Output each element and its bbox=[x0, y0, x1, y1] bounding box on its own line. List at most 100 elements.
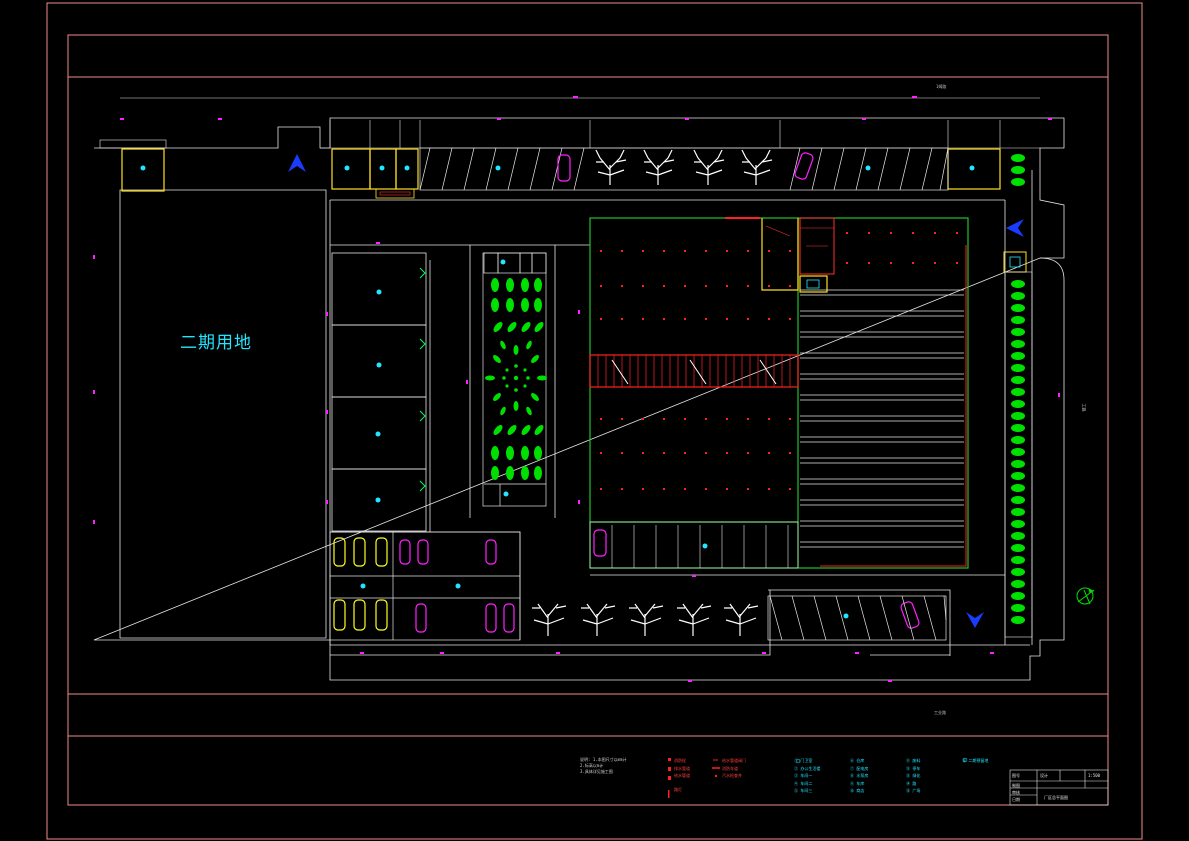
column-marker bbox=[642, 318, 644, 320]
site-boundary bbox=[93, 97, 1065, 681]
column-marker bbox=[642, 285, 644, 287]
column-marker bbox=[747, 488, 749, 490]
column-marker bbox=[705, 452, 707, 454]
fire-corridor bbox=[589, 354, 799, 388]
column-marker bbox=[705, 285, 707, 287]
title-block-cell-draw: 制图 bbox=[1012, 783, 1020, 788]
outer-frame bbox=[46, 2, 1143, 840]
car-yellow bbox=[333, 537, 388, 631]
legend-red-column-2: 给水管道阀门 消防车道 污水检查井 bbox=[722, 757, 746, 780]
legend-item: 排水管道 bbox=[674, 765, 690, 771]
title-block-cell-date: 日期 bbox=[1012, 797, 1020, 802]
tree-green bbox=[1011, 568, 1025, 576]
legend-item: ⑪ 废料 bbox=[906, 758, 921, 763]
site-plan-drawing bbox=[46, 2, 1143, 840]
tree-green bbox=[1011, 604, 1025, 612]
column-marker bbox=[726, 250, 728, 252]
column-marker bbox=[600, 318, 602, 320]
dimension-ticks bbox=[93, 96, 1060, 682]
tree-green bbox=[1011, 292, 1025, 300]
column-marker bbox=[663, 318, 665, 320]
legend-item: ③ 车间一 bbox=[794, 773, 813, 778]
legend-column-2: ⑥ 仓库 ⑦ 配电房 ⑧ 水泵房 ⑨ 车库 ⑩ 商店 bbox=[850, 757, 868, 795]
tree-green bbox=[1011, 592, 1025, 600]
legend-column-3: ⑪ 废料 ⑫ 停车 ⑬ 绿化 ⑭ 路 ⑮ 广场 bbox=[906, 757, 920, 795]
column-marker bbox=[934, 262, 936, 264]
legend-item: ⑩ 商店 bbox=[850, 788, 865, 793]
racking-rows bbox=[800, 289, 964, 548]
column-marker bbox=[621, 452, 623, 454]
legend-item: ④ 车间二 bbox=[794, 780, 813, 786]
tree-white-row-top bbox=[595, 149, 773, 185]
tree-green bbox=[1011, 424, 1025, 432]
workshop-markers bbox=[360, 259, 849, 619]
column-marker bbox=[890, 232, 892, 234]
tree-green-northeast bbox=[1011, 154, 1025, 186]
column-marker bbox=[663, 250, 665, 252]
column-marker bbox=[621, 418, 623, 420]
column-marker bbox=[789, 488, 791, 490]
top-buildings bbox=[331, 148, 1027, 273]
column-marker bbox=[621, 250, 623, 252]
tree-green bbox=[1011, 352, 1025, 360]
legend-item: ⑫ 停车 bbox=[906, 765, 921, 771]
legend-item: ⑯ 二期预留地 bbox=[962, 758, 989, 763]
column-marker bbox=[846, 232, 848, 234]
legend-item: ⑥ 仓库 bbox=[850, 758, 865, 763]
tree-green bbox=[1011, 472, 1025, 480]
title-block-drawing-name: 厂区总平面图 bbox=[1044, 795, 1068, 800]
tree-green bbox=[1011, 520, 1025, 528]
column-marker bbox=[912, 232, 914, 234]
column-marker bbox=[684, 418, 686, 420]
tree-green-cluster bbox=[491, 278, 544, 480]
column-marker bbox=[684, 488, 686, 490]
phase-two-land-label: 二期用地 bbox=[180, 333, 252, 353]
column-marker bbox=[768, 418, 770, 420]
tree-green bbox=[1011, 304, 1025, 312]
circular-garden bbox=[485, 340, 547, 416]
tree-green-east-strip bbox=[1011, 280, 1025, 624]
parking-lot-southwest bbox=[329, 531, 521, 641]
column-marker bbox=[684, 250, 686, 252]
column-marker bbox=[663, 418, 665, 420]
legend-item: 污水检查井 bbox=[722, 773, 742, 778]
tree-green bbox=[1011, 340, 1025, 348]
column-marker bbox=[912, 262, 914, 264]
column-marker bbox=[600, 488, 602, 490]
column-marker bbox=[705, 488, 707, 490]
column-marker bbox=[868, 232, 870, 234]
tree-green bbox=[1011, 436, 1025, 444]
column-marker bbox=[726, 452, 728, 454]
note-line: 3.具体详见施工图 bbox=[580, 769, 613, 774]
column-marker bbox=[600, 418, 602, 420]
column-marker bbox=[747, 250, 749, 252]
tree-green bbox=[1011, 484, 1025, 492]
north-compass-icon bbox=[1076, 587, 1095, 605]
title-block-scale: 1:500 bbox=[1088, 773, 1101, 778]
legend-item: ⑭ 路 bbox=[906, 780, 917, 786]
column-marker bbox=[768, 488, 770, 490]
title-block-cell-check: 审核 bbox=[1012, 790, 1020, 795]
column-marker bbox=[642, 488, 644, 490]
legend-item: ⑧ 水泵房 bbox=[850, 773, 869, 778]
column-marker bbox=[600, 250, 602, 252]
legend-column-4: ⑯ 二期预留地 bbox=[962, 757, 988, 765]
column-marker bbox=[642, 452, 644, 454]
tree-green bbox=[1011, 496, 1025, 504]
column-marker bbox=[789, 452, 791, 454]
column-marker bbox=[956, 232, 958, 234]
column-marker bbox=[705, 250, 707, 252]
column-marker bbox=[846, 262, 848, 264]
column-marker bbox=[621, 488, 623, 490]
tree-green bbox=[1011, 616, 1025, 624]
inner-frame bbox=[67, 34, 1109, 806]
tree-green bbox=[1011, 328, 1025, 336]
legend-item: 消防栓 bbox=[674, 758, 686, 763]
tree-green bbox=[1011, 448, 1025, 456]
tree-green bbox=[1011, 532, 1025, 540]
road-label-bottom: 工业路 bbox=[934, 710, 946, 715]
column-marker bbox=[726, 418, 728, 420]
column-marker bbox=[600, 452, 602, 454]
tree-green bbox=[1011, 280, 1025, 288]
top-structure-lines bbox=[320, 120, 1040, 149]
